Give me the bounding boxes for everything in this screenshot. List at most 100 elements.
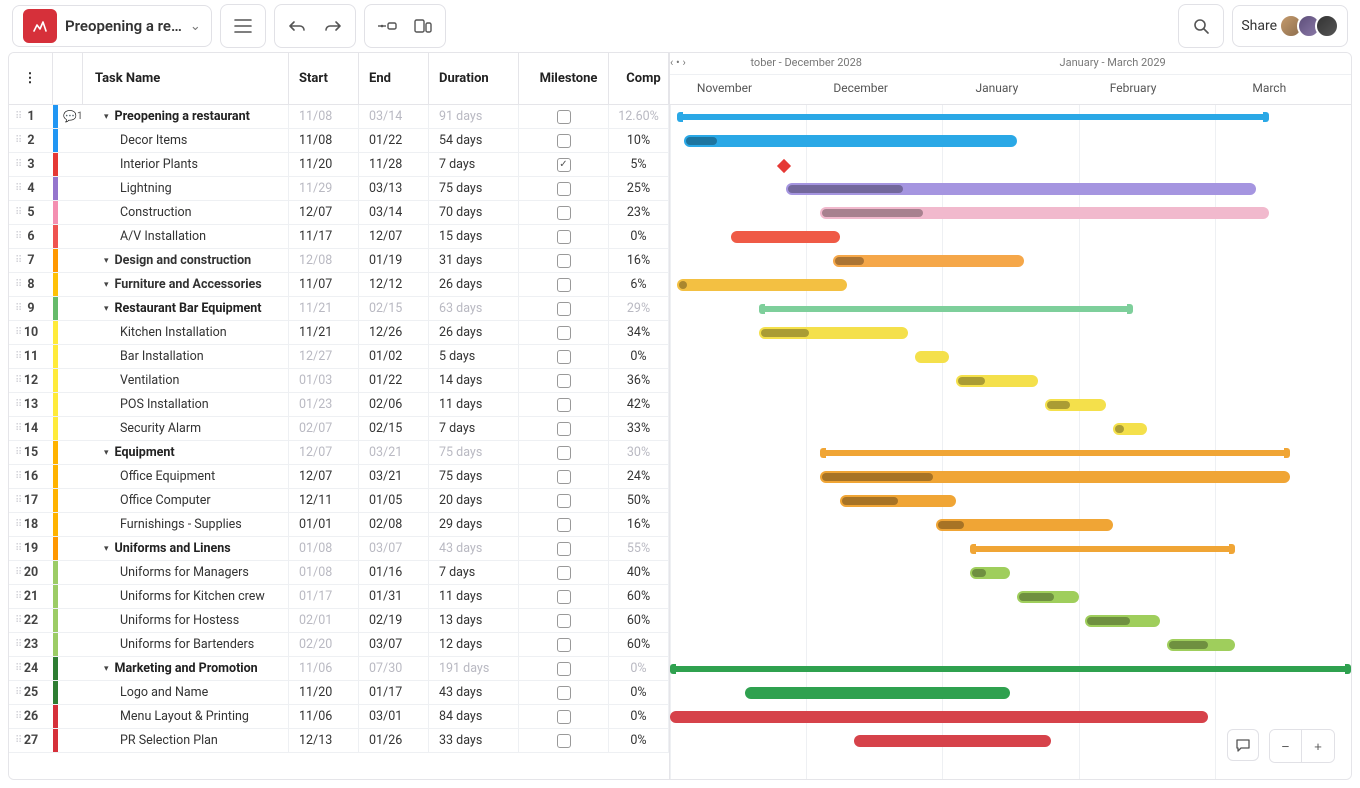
comment-cell[interactable] xyxy=(58,297,88,320)
task-name-cell[interactable]: Preopening a restaurant xyxy=(88,105,289,128)
checkbox[interactable] xyxy=(557,230,571,244)
table-row[interactable]: 13POS Installation01/2302/0611 days42% xyxy=(9,393,669,417)
milestone-cell[interactable] xyxy=(519,201,609,224)
checkbox[interactable] xyxy=(557,206,571,220)
milestone-cell[interactable] xyxy=(519,513,609,536)
task-name-cell[interactable]: Uniforms for Bartenders xyxy=(88,633,289,656)
gantt-row[interactable] xyxy=(670,249,1351,273)
start-cell[interactable]: 11/07 xyxy=(289,273,359,296)
complete-cell[interactable]: 60% xyxy=(609,585,669,608)
end-cell[interactable]: 12/12 xyxy=(359,273,429,296)
row-number[interactable]: 23 xyxy=(9,633,53,656)
gantt-row[interactable] xyxy=(670,633,1351,657)
task-name-cell[interactable]: Construction xyxy=(88,201,289,224)
end-cell[interactable]: 01/16 xyxy=(359,561,429,584)
complete-cell[interactable]: 16% xyxy=(609,513,669,536)
col-complete[interactable]: Comp xyxy=(609,53,669,104)
task-name-cell[interactable]: Security Alarm xyxy=(88,417,289,440)
undo-button[interactable] xyxy=(279,9,315,43)
duration-cell[interactable]: 54 days xyxy=(429,129,519,152)
row-number[interactable]: 8 xyxy=(9,273,53,296)
row-number[interactable]: 24 xyxy=(9,657,53,680)
duration-cell[interactable]: 7 days xyxy=(429,153,519,176)
checkbox[interactable] xyxy=(557,326,571,340)
comment-cell[interactable]: 💬1 xyxy=(58,105,88,128)
checkbox[interactable] xyxy=(557,278,571,292)
redo-button[interactable] xyxy=(315,9,351,43)
comment-cell[interactable] xyxy=(58,489,88,512)
duration-cell[interactable]: 5 days xyxy=(429,345,519,368)
share-button[interactable]: Share xyxy=(1232,5,1348,47)
checkbox[interactable] xyxy=(557,614,571,628)
complete-cell[interactable]: 0% xyxy=(609,729,669,752)
gantt-bar[interactable] xyxy=(833,255,1024,267)
gantt-row[interactable] xyxy=(670,201,1351,225)
checkbox[interactable] xyxy=(557,302,571,316)
milestone-cell[interactable] xyxy=(519,105,609,128)
table-row[interactable]: 22Uniforms for Hostess02/0102/1913 days6… xyxy=(9,609,669,633)
task-name-cell[interactable]: Uniforms for Kitchen crew xyxy=(88,585,289,608)
complete-cell[interactable]: 25% xyxy=(609,177,669,200)
comment-cell[interactable] xyxy=(58,537,88,560)
gantt-row[interactable] xyxy=(670,417,1351,441)
start-cell[interactable]: 12/07 xyxy=(289,201,359,224)
app-logo[interactable] xyxy=(23,9,57,43)
gantt-summary-bar[interactable] xyxy=(759,306,1134,312)
col-duration[interactable]: Duration xyxy=(429,53,519,104)
milestone-cell[interactable] xyxy=(519,561,609,584)
task-name-cell[interactable]: Decor Items xyxy=(88,129,289,152)
gantt-row[interactable] xyxy=(670,153,1351,177)
gantt-row[interactable] xyxy=(670,465,1351,489)
gantt-row[interactable] xyxy=(670,321,1351,345)
row-number[interactable]: 7 xyxy=(9,249,53,272)
milestone-cell[interactable] xyxy=(519,633,609,656)
gantt-row[interactable] xyxy=(670,393,1351,417)
complete-cell[interactable]: 29% xyxy=(609,297,669,320)
checkbox[interactable] xyxy=(557,110,571,124)
duration-cell[interactable]: 75 days xyxy=(429,441,519,464)
milestone-cell[interactable] xyxy=(519,321,609,344)
row-number[interactable]: 4 xyxy=(9,177,53,200)
start-cell[interactable]: 12/11 xyxy=(289,489,359,512)
gantt-row[interactable] xyxy=(670,489,1351,513)
table-row[interactable]: 23Uniforms for Bartenders02/2003/0712 da… xyxy=(9,633,669,657)
duration-cell[interactable]: 11 days xyxy=(429,393,519,416)
table-row[interactable]: 8Furniture and Accessories11/0712/1226 d… xyxy=(9,273,669,297)
timeline-scroll-left[interactable]: ‹ • › xyxy=(670,56,686,69)
gantt-row[interactable] xyxy=(670,681,1351,705)
gantt-summary-bar[interactable] xyxy=(820,450,1290,456)
row-number[interactable]: 2 xyxy=(9,129,53,152)
duration-cell[interactable]: 26 days xyxy=(429,321,519,344)
checkbox[interactable] xyxy=(557,134,571,148)
start-cell[interactable]: 02/20 xyxy=(289,633,359,656)
row-number[interactable]: 11 xyxy=(9,345,53,368)
duration-cell[interactable]: 29 days xyxy=(429,513,519,536)
gantt-bar[interactable] xyxy=(956,375,1038,387)
duration-cell[interactable]: 20 days xyxy=(429,489,519,512)
comment-cell[interactable] xyxy=(58,465,88,488)
gantt-summary-bar[interactable] xyxy=(670,666,1351,672)
complete-cell[interactable]: 34% xyxy=(609,321,669,344)
task-name-cell[interactable]: PR Selection Plan xyxy=(88,729,289,752)
task-name-cell[interactable]: Restaurant Bar Equipment xyxy=(88,297,289,320)
checkbox[interactable] xyxy=(557,686,571,700)
duration-cell[interactable]: 13 days xyxy=(429,609,519,632)
end-cell[interactable]: 01/22 xyxy=(359,369,429,392)
gantt-row[interactable] xyxy=(670,609,1351,633)
complete-cell[interactable]: 60% xyxy=(609,609,669,632)
complete-cell[interactable]: 5% xyxy=(609,153,669,176)
milestone-cell[interactable] xyxy=(519,345,609,368)
gantt-bar[interactable] xyxy=(915,351,949,363)
end-cell[interactable]: 01/22 xyxy=(359,129,429,152)
table-row[interactable]: 17Office Computer12/1101/0520 days50% xyxy=(9,489,669,513)
zoom-in-button[interactable]: + xyxy=(1302,730,1334,762)
duration-cell[interactable]: 91 days xyxy=(429,105,519,128)
duration-cell[interactable]: 7 days xyxy=(429,417,519,440)
end-cell[interactable]: 01/17 xyxy=(359,681,429,704)
gantt-row[interactable] xyxy=(670,705,1351,729)
end-cell[interactable]: 03/14 xyxy=(359,201,429,224)
table-row[interactable]: 18Furnishings - Supplies01/0102/0829 day… xyxy=(9,513,669,537)
gantt-bar[interactable] xyxy=(1085,615,1160,627)
duration-cell[interactable]: 7 days xyxy=(429,561,519,584)
task-name-cell[interactable]: POS Installation xyxy=(88,393,289,416)
